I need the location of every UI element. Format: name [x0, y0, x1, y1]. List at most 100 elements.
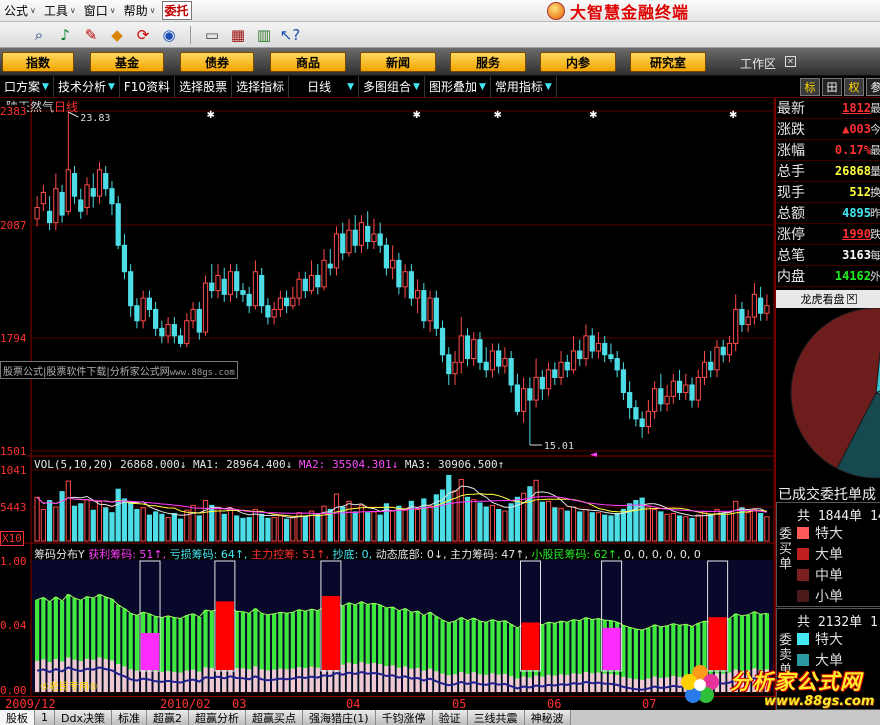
kline-chart[interactable]: 23.83 15.01 ✱ ✱ ✱ ✱ ✱ ◄ 陕天然气日线 2383 2087 1794 1…: [0, 98, 775, 697]
workspace-label[interactable]: 工作区: [740, 55, 776, 72]
volume-bar: [271, 517, 277, 542]
volume-bar: [315, 514, 321, 542]
indicator-tab[interactable]: 股板: [0, 710, 35, 725]
candle-body: [714, 346, 720, 371]
indicator-tab[interactable]: 千钧涨停: [375, 710, 433, 725]
nav-service-button[interactable]: 服务: [450, 52, 526, 72]
alarm-bell-icon[interactable]: ♪: [54, 25, 76, 45]
nav-commodity-button[interactable]: 商品: [270, 52, 346, 72]
volume-bar: [676, 515, 683, 542]
dropdown-icon: ▼: [107, 81, 115, 92]
mark-toggle[interactable]: 标: [800, 78, 820, 96]
quote-value: 1990: [842, 227, 871, 241]
nav-index-button[interactable]: 指数: [2, 52, 74, 72]
indicator-tab[interactable]: 超赢2: [146, 710, 189, 725]
func-select-stock[interactable]: 选择股票: [175, 75, 233, 98]
close-icon[interactable]: ✕: [846, 294, 857, 304]
date-axis: 2009/12 2010/02 03 04 05 06 07: [0, 696, 775, 711]
date-label: 05: [452, 697, 467, 711]
candle-body: [227, 271, 234, 295]
copy-window-icon[interactable]: ▭: [201, 25, 223, 45]
nav-news-button[interactable]: 新闻: [360, 52, 436, 72]
sync-icon[interactable]: ⟳: [132, 25, 154, 45]
indicator-tab[interactable]: 三线共震: [467, 710, 525, 725]
signal-bar: [602, 627, 621, 670]
chevron-down-icon: ∨: [30, 6, 36, 15]
param-toggle[interactable]: 参: [866, 78, 880, 96]
candle-body: [352, 229, 358, 246]
order-row-label: 小单: [815, 588, 843, 605]
indicator-tab[interactable]: 标准: [111, 710, 147, 725]
volume-bar: [109, 512, 115, 542]
candle-body: [365, 225, 371, 243]
candle-body: [545, 369, 552, 390]
func-f10[interactable]: F10资料: [120, 75, 176, 98]
nav-insider-button[interactable]: 内参: [540, 52, 616, 72]
candle-body: [452, 361, 458, 375]
indicator-tab[interactable]: 验证: [432, 710, 468, 725]
chip-axis-label: 0.04: [0, 619, 27, 632]
nav-research-button[interactable]: 研究室: [630, 52, 706, 72]
volume-bar: [221, 513, 227, 542]
menu-formula[interactable]: 公式 ∨: [0, 2, 40, 19]
order-row-label: 中单: [815, 567, 843, 584]
help-cursor-icon[interactable]: ↖?: [279, 25, 301, 45]
volume-bar: [570, 506, 577, 542]
func-scheme[interactable]: 口方案 ▼: [0, 75, 54, 98]
chart-canvas[interactable]: 23.83 15.01 ✱ ✱ ✱ ✱ ✱ ◄: [0, 98, 775, 696]
network-icon[interactable]: ◉: [158, 25, 180, 45]
candle-body: [589, 335, 595, 352]
candle-body: [283, 297, 290, 307]
flower-logo-icon: [681, 665, 719, 703]
candle-body: [683, 384, 689, 394]
indicator-tab[interactable]: 超赢买点: [245, 710, 303, 725]
func-select-indicator[interactable]: 选择指标: [232, 75, 290, 98]
indicator-tab[interactable]: 强海猎庄(1): [302, 710, 376, 725]
candle-body: [670, 380, 676, 397]
candle-body: [414, 290, 421, 299]
entrust-button[interactable]: 委托: [161, 1, 192, 20]
menu-window[interactable]: 窗口 ∨: [80, 2, 120, 19]
close-icon[interactable]: ✕: [785, 56, 796, 67]
quote-row: 现手 512 换: [776, 182, 880, 203]
indicator-tab[interactable]: 超赢分析: [188, 710, 246, 725]
vol-axis-label: 5443: [0, 501, 27, 514]
pen-chart-icon[interactable]: ✎: [80, 25, 102, 45]
chevron-down-icon: ∨: [69, 6, 76, 15]
volume-bar: [371, 511, 377, 542]
candle-body: [128, 271, 134, 307]
candle-body: [184, 320, 190, 344]
indicator-tab[interactable]: Ddx决策: [55, 710, 112, 725]
func-daily[interactable]: 日线 ▼: [289, 75, 360, 98]
nav-fund-button[interactable]: 基金: [90, 52, 164, 72]
menu-help[interactable]: 帮助 ∨: [120, 2, 160, 19]
grid-toggle[interactable]: 田: [822, 78, 842, 96]
rights-toggle[interactable]: 权: [844, 78, 864, 96]
dragon-tiger-title[interactable]: 龙虎看盘 ✕: [776, 290, 880, 308]
app-brand: 大智慧金融终端: [547, 1, 689, 22]
volume-bar: [589, 512, 595, 542]
volume-bar: [227, 508, 234, 542]
volume-bar: [614, 512, 620, 542]
func-common-indicator[interactable]: 常用指标 ▼: [491, 75, 557, 98]
quote-extra: 最: [870, 144, 880, 157]
candle-body: [733, 308, 739, 344]
binoculars-icon[interactable]: ⌕: [28, 25, 50, 45]
nav-bond-button[interactable]: 债券: [180, 52, 254, 72]
diamond-icon[interactable]: ◆: [106, 25, 128, 45]
candle-body: [570, 350, 577, 371]
books-icon[interactable]: ▥: [253, 25, 275, 45]
color-swatch: [797, 589, 809, 602]
candle-body: [701, 361, 708, 378]
func-overlay[interactable]: 图形叠加 ▼: [425, 75, 491, 98]
volume-bar: [689, 517, 695, 542]
volume-bar: [103, 507, 109, 542]
indicator-tab[interactable]: 1: [35, 710, 55, 725]
indicator-tab[interactable]: 神秘波: [524, 710, 571, 725]
menu-tools[interactable]: 工具 ∨: [40, 2, 80, 19]
layout-icon[interactable]: ▦: [227, 25, 249, 45]
candle-body: [346, 229, 352, 254]
func-technical-analysis[interactable]: 技术分析 ▼: [54, 75, 120, 98]
candle-body: [639, 418, 645, 427]
func-multi-chart[interactable]: 多图组合 ▼: [359, 75, 425, 98]
